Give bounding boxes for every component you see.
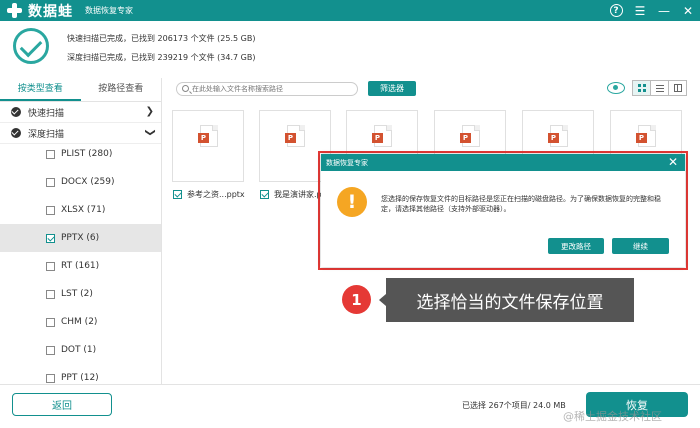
search-box (176, 82, 358, 96)
step-number-badge: 1 (342, 285, 371, 314)
quick-scan-check-icon (11, 107, 21, 117)
logo-cross-icon (6, 2, 23, 19)
pptx-file-icon: P (636, 125, 656, 147)
detail-icon (673, 84, 682, 92)
app-subtitle: 数据恢复专家 (85, 6, 133, 15)
detail-view-button[interactable] (669, 81, 686, 95)
type-item-pptx[interactable]: PPTX (6) (0, 224, 161, 252)
type-label: CHM (2) (61, 317, 98, 327)
type-item-lst[interactable]: LST (2) (0, 280, 161, 308)
list-view-button[interactable] (651, 81, 669, 95)
help-icon: ? (609, 4, 623, 17)
type-label: DOCX (259) (61, 177, 115, 187)
tab-by-path[interactable]: 按路径查看 (81, 78, 162, 101)
type-item-plist[interactable]: PLIST (280) (0, 140, 161, 168)
type-item-chm[interactable]: CHM (2) (0, 308, 161, 336)
grid-icon (637, 84, 646, 92)
file-type-list: PLIST (280) DOCX (259) XLSX (71) PPTX (6… (0, 140, 161, 384)
pptx-file-icon: P (285, 125, 305, 147)
deep-scan-group[interactable]: 深度扫描 ❯ (0, 123, 161, 144)
grid-view-button[interactable] (633, 81, 651, 95)
warning-icon: ! (337, 187, 367, 217)
change-path-button[interactable]: 更改路径 (548, 238, 604, 254)
type-label: PPTX (6) (61, 233, 100, 243)
deep-scan-label: 深度扫描 (28, 129, 65, 140)
filter-button[interactable]: 筛选器 (368, 81, 416, 96)
tab-by-type[interactable]: 按类型查看 (0, 78, 81, 101)
dialog-title: 数据恢复专家 (326, 158, 368, 167)
file-caption: 我是演讲家.p (260, 189, 322, 200)
type-item-rt[interactable]: RT (161) (0, 252, 161, 280)
chevron-down-icon: ❯ (144, 128, 156, 137)
quick-scan-group[interactable]: 快速扫描 ❯ (0, 102, 161, 123)
scan-status-header: 快速扫描已完成，已找到 206173 个文件 (25.5 GB) 深度扫描已完成… (0, 21, 700, 71)
type-label: XLSX (71) (61, 205, 106, 215)
type-label: DOT (1) (61, 345, 97, 355)
preview-eye-icon[interactable] (607, 82, 625, 94)
checkbox[interactable] (46, 373, 55, 383)
scan-complete-check-icon (13, 28, 49, 64)
type-label: LST (2) (61, 289, 93, 299)
file-caption: 参考之资...pptx (173, 189, 245, 200)
selection-summary: 已选择 267个项目/ 24.0 MB (462, 401, 566, 410)
left-panel: 按类型查看 按路径查看 快速扫描 ❯ 深度扫描 ❯ PLIST (280) DO… (0, 78, 162, 384)
deep-scan-check-icon (11, 128, 21, 138)
file-name: 参考之资...pptx (187, 190, 245, 199)
pptx-file-icon: P (548, 125, 568, 147)
footer-bar: 返回 已选择 267个项目/ 24.0 MB 恢复 @稀土掘金技术社区 (0, 384, 700, 428)
checkbox[interactable] (46, 317, 55, 327)
checkbox[interactable] (46, 345, 55, 355)
back-button[interactable]: 返回 (12, 393, 112, 416)
list-icon (655, 84, 664, 92)
file-name: 我是演讲家.p (274, 190, 322, 199)
type-item-dot[interactable]: DOT (1) (0, 336, 161, 364)
window-controls: ? ☰ — ✕ (604, 0, 700, 21)
type-item-xlsx[interactable]: XLSX (71) (0, 196, 161, 224)
checkbox[interactable] (46, 205, 55, 215)
dialog-message: 您选择的保存恢复文件的目标路径是您正在扫描的磁盘路径。为了确保数据恢复的完整和稳… (381, 195, 661, 213)
type-label: RT (161) (61, 261, 100, 271)
app-logo: 数据蛙 (6, 1, 73, 21)
type-label: PPT (12) (61, 373, 99, 383)
close-button[interactable]: ✕ (676, 0, 700, 21)
checkbox[interactable] (46, 289, 55, 299)
file-checkbox[interactable] (260, 190, 269, 199)
warning-dialog: 数据恢复专家 ✕ ! 您选择的保存恢复文件的目标路径是您正在扫描的磁盘路径。为了… (321, 154, 685, 267)
pptx-file-icon: P (198, 125, 218, 147)
view-mode-toggle (632, 80, 687, 96)
help-button[interactable]: ? (604, 0, 628, 21)
pptx-file-icon: P (372, 125, 392, 147)
file-checkbox[interactable] (173, 190, 182, 199)
file-card[interactable]: P (172, 110, 244, 182)
menu-icon: ☰ (634, 3, 646, 18)
checkbox[interactable] (46, 177, 55, 187)
watermark: @稀土掘金技术社区 (563, 410, 662, 423)
quick-scan-label: 快速扫描 (28, 108, 65, 119)
type-item-docx[interactable]: DOCX (259) (0, 168, 161, 196)
search-icon (182, 85, 189, 92)
minimize-button[interactable]: — (652, 0, 676, 21)
type-label: PLIST (280) (61, 149, 113, 159)
search-input[interactable] (192, 83, 352, 95)
continue-button[interactable]: 继续 (612, 238, 669, 254)
checkbox[interactable] (46, 261, 55, 271)
close-icon: ✕ (682, 3, 694, 18)
tutorial-callout: 选择恰当的文件保存位置 (379, 278, 634, 322)
title-bar: 数据蛙 数据恢复专家 ? ☰ — ✕ (0, 0, 700, 21)
quick-scan-status: 快速扫描已完成，已找到 206173 个文件 (25.5 GB) (67, 34, 256, 43)
dialog-titlebar: 数据恢复专家 ✕ (321, 154, 685, 171)
checkbox-checked[interactable] (46, 233, 55, 243)
menu-button[interactable]: ☰ (628, 0, 652, 21)
pptx-file-icon: P (460, 125, 480, 147)
type-item-ppt[interactable]: PPT (12) (0, 364, 161, 384)
dialog-close-icon[interactable]: ✕ (668, 155, 678, 169)
deep-scan-status: 深度扫描已完成，已找到 239219 个文件 (34.7 GB) (67, 53, 256, 62)
minimize-icon: — (658, 3, 670, 18)
app-name: 数据蛙 (28, 3, 73, 20)
checkbox[interactable] (46, 149, 55, 159)
view-tabs: 按类型查看 按路径查看 (0, 78, 161, 102)
chevron-right-icon: ❯ (145, 106, 154, 117)
